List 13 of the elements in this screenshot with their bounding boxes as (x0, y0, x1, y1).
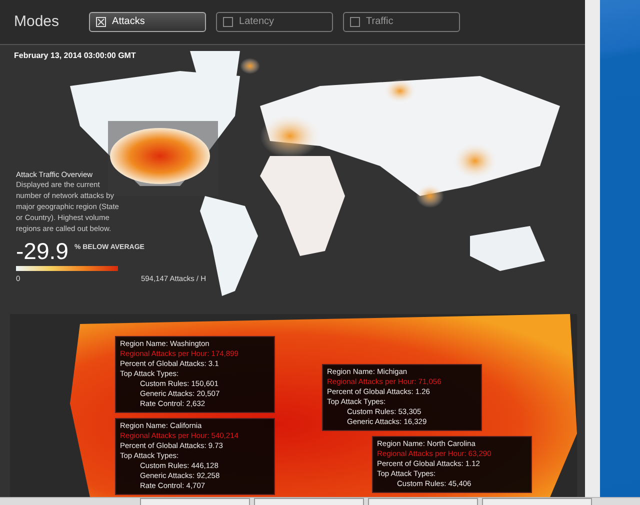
mode-toggle[interactable]: Traffic (343, 12, 460, 32)
mode-toggle[interactable]: Latency (216, 12, 334, 32)
taskbar-button[interactable] (140, 498, 250, 505)
checked-box-icon (96, 16, 106, 27)
checkbox-icon (350, 16, 360, 27)
taskbar-button[interactable] (482, 498, 592, 505)
taskbar-button[interactable] (368, 498, 478, 505)
modes-title: Modes (14, 13, 60, 30)
change-value: -29.9 (16, 238, 68, 264)
mode-toggle[interactable]: Attacks (89, 12, 206, 32)
checkbox-icon (223, 16, 234, 27)
timestamp: February 13, 2014 03:00:00 GMT (14, 50, 136, 60)
taskbar-button[interactable] (254, 498, 364, 505)
